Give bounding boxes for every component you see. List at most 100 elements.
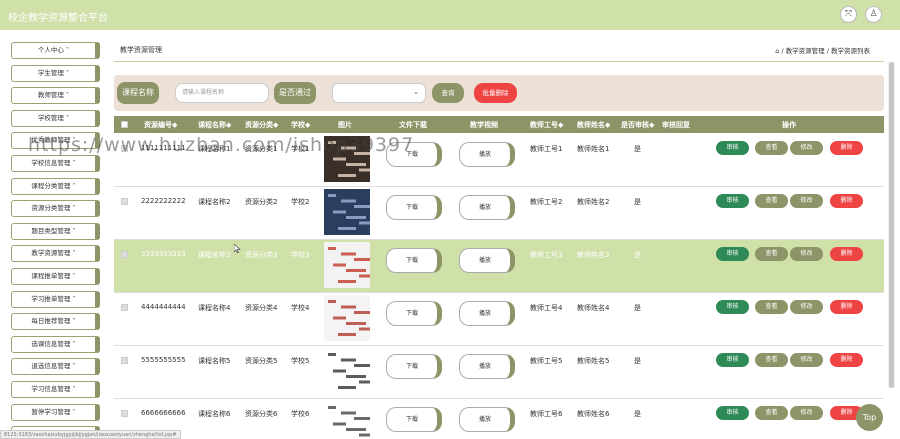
cell-school: 学校6 bbox=[291, 410, 310, 418]
column-header-1[interactable]: 课程名称◆ bbox=[198, 120, 231, 130]
view-button[interactable]: 查看 bbox=[755, 353, 788, 367]
sidebar-item-12[interactable]: 每日推荐管理 ˅ bbox=[11, 313, 100, 331]
delete-button[interactable]: 删除 bbox=[830, 247, 863, 261]
sidebar-item-1[interactable]: 学生管理 ˅ bbox=[11, 64, 100, 82]
edit-button[interactable]: 修改 bbox=[790, 247, 823, 261]
play-video-button[interactable]: 播放 bbox=[459, 142, 515, 167]
download-button[interactable]: 下载 bbox=[386, 301, 442, 326]
review-button[interactable]: 审核 bbox=[716, 406, 749, 420]
play-video-button[interactable]: 播放 bbox=[459, 354, 515, 379]
resource-image bbox=[324, 401, 370, 439]
table-row: 2222222222 课程名称2 资源分类2 学校2 教师工号2 教师姓名2 是 下载 播放 审核… bbox=[114, 187, 884, 240]
cell-category: 资源分类6 bbox=[245, 410, 278, 418]
sidebar-item-6[interactable]: 课程分类管理 ˅ bbox=[11, 177, 100, 195]
view-button[interactable]: 查看 bbox=[755, 406, 788, 420]
table-row: 5555555555 课程名称5 资源分类5 学校5 教师工号5 教师姓名5 是 下载 播放 审核… bbox=[114, 346, 884, 399]
row-checkbox[interactable] bbox=[121, 304, 128, 311]
column-header-2[interactable]: 资源分类◆ bbox=[245, 120, 278, 130]
delete-button[interactable]: 删除 bbox=[830, 300, 863, 314]
select-all-checkbox[interactable] bbox=[121, 121, 128, 128]
column-header-10[interactable]: 审核回复 bbox=[662, 120, 690, 130]
sidebar-item-10[interactable]: 课程推单管理 ˅ bbox=[11, 268, 100, 285]
view-button[interactable]: 查看 bbox=[755, 300, 788, 314]
sidebar-item-14[interactable]: 退选信息管理 ˅ bbox=[11, 358, 100, 376]
sidebar-item-2[interactable]: 教师管理 ˅ bbox=[11, 87, 100, 105]
column-header-3[interactable]: 学校◆ bbox=[291, 120, 310, 130]
sidebar-item-0[interactable]: 个人中心 ˅ bbox=[11, 42, 100, 59]
sidebar-item-7[interactable]: 资源分类管理 ˅ bbox=[11, 200, 100, 218]
sidebar-item-8[interactable]: 题目类型管理 ˅ bbox=[11, 222, 100, 240]
download-button[interactable]: 下载 bbox=[386, 407, 442, 432]
row-checkbox[interactable] bbox=[121, 357, 128, 364]
column-header-11[interactable]: 操作 bbox=[782, 120, 796, 130]
sidebar-item-5[interactable]: 学校信息管理 ˅ bbox=[11, 155, 100, 172]
view-button[interactable]: 查看 bbox=[755, 247, 788, 261]
sidebar-item-16[interactable]: 暂停学习管理 ˅ bbox=[11, 403, 100, 421]
review-button[interactable]: 审核 bbox=[716, 141, 749, 155]
cell-course: 课程名称3 bbox=[198, 251, 231, 259]
query-button[interactable]: 查询 bbox=[432, 83, 464, 103]
sidebar-item-11[interactable]: 学习推单管理 ˅ bbox=[11, 290, 100, 308]
column-header-7[interactable]: 教师工号◆ bbox=[530, 120, 563, 130]
play-video-button[interactable]: 播放 bbox=[459, 195, 515, 220]
review-button[interactable]: 审核 bbox=[716, 300, 749, 314]
sidebar-item-9[interactable]: 教学资源管理 ˅ bbox=[11, 245, 100, 263]
view-button[interactable]: 查看 bbox=[755, 141, 788, 155]
course-name-input[interactable]: 请输入课程名称 bbox=[175, 83, 269, 103]
user-icon[interactable]: ♙ bbox=[865, 6, 882, 23]
edit-button[interactable]: 修改 bbox=[790, 141, 823, 155]
table-row: 6666666666 课程名称6 资源分类6 学校6 教师工号6 教师姓名6 是 下载 播放 审核… bbox=[114, 399, 884, 439]
table-row: 4444444444 课程名称4 资源分类4 学校4 教师工号4 教师姓名4 是 下载 播放 审核… bbox=[114, 293, 884, 346]
cell-teacher_name: 教师姓名2 bbox=[577, 198, 610, 206]
course-name-label: 课程名称 bbox=[117, 82, 159, 104]
download-button[interactable]: 下载 bbox=[386, 354, 442, 379]
column-header-4[interactable]: 图片 bbox=[338, 120, 352, 130]
edit-button[interactable]: 修改 bbox=[790, 353, 823, 367]
edit-button[interactable]: 修改 bbox=[790, 300, 823, 314]
play-video-button[interactable]: 播放 bbox=[459, 407, 515, 432]
column-header-5[interactable]: 文件下载 bbox=[399, 120, 427, 130]
column-header-8[interactable]: 教师姓名◆ bbox=[577, 120, 610, 130]
cell-teacher_no: 教师工号4 bbox=[530, 304, 563, 312]
sidebar-item-13[interactable]: 选课信息管理 ˅ bbox=[11, 335, 100, 353]
row-checkbox[interactable] bbox=[121, 198, 128, 205]
row-checkbox[interactable] bbox=[121, 251, 128, 258]
row-checkbox[interactable] bbox=[121, 410, 128, 417]
status-url: 8125:3183/zaochaixxbyjgyjijbjjygjan/jiao… bbox=[0, 430, 181, 439]
resource-image bbox=[324, 348, 370, 394]
review-button[interactable]: 审核 bbox=[716, 194, 749, 208]
play-video-button[interactable]: 播放 bbox=[459, 301, 515, 326]
review-button[interactable]: 审核 bbox=[716, 353, 749, 367]
pass-status-label: 是否通过 bbox=[274, 82, 316, 104]
column-header-6[interactable]: 教学视频 bbox=[470, 120, 498, 130]
download-button[interactable]: 下载 bbox=[386, 248, 442, 273]
delete-button[interactable]: 删除 bbox=[830, 353, 863, 367]
page-title: 教学资源管理 bbox=[120, 46, 162, 54]
edit-button[interactable]: 修改 bbox=[790, 194, 823, 208]
review-button[interactable]: 审核 bbox=[716, 247, 749, 261]
delete-button[interactable]: 删除 bbox=[830, 141, 863, 155]
sidebar-item-3[interactable]: 学校管理 ˅ bbox=[11, 109, 100, 127]
scrollbar[interactable] bbox=[888, 62, 895, 388]
scrollbar-thumb[interactable] bbox=[889, 62, 894, 388]
watermark: https://www.huzhan.com/ishop39397 bbox=[28, 134, 415, 156]
view-button[interactable]: 查看 bbox=[755, 194, 788, 208]
cell-audited: 是 bbox=[634, 304, 641, 312]
pass-status-select[interactable]: ⌄ bbox=[332, 83, 426, 103]
cell-audited: 是 bbox=[634, 198, 641, 206]
edit-button[interactable]: 修改 bbox=[790, 406, 823, 420]
cell-category: 资源分类5 bbox=[245, 357, 278, 365]
column-header-9[interactable]: 是否审核◆ bbox=[621, 120, 654, 130]
sidebar-item-15[interactable]: 学习信息管理 ˅ bbox=[11, 381, 100, 398]
play-video-button[interactable]: 播放 bbox=[459, 248, 515, 273]
cell-audited: 是 bbox=[634, 251, 641, 259]
breadcrumb-text: / 教学资源管理 / 教学资源列表 bbox=[781, 47, 870, 55]
batch-delete-button[interactable]: 批量删除 bbox=[474, 83, 517, 103]
fullscreen-icon[interactable]: ⤧ bbox=[840, 6, 857, 23]
download-button[interactable]: 下载 bbox=[386, 195, 442, 220]
delete-button[interactable]: 删除 bbox=[830, 194, 863, 208]
back-to-top-button[interactable]: Top bbox=[856, 404, 883, 431]
column-header-0[interactable]: 资源编号◆ bbox=[144, 120, 177, 130]
home-icon[interactable]: ⌂ bbox=[775, 47, 779, 55]
cell-teacher_name: 教师姓名1 bbox=[577, 145, 610, 153]
